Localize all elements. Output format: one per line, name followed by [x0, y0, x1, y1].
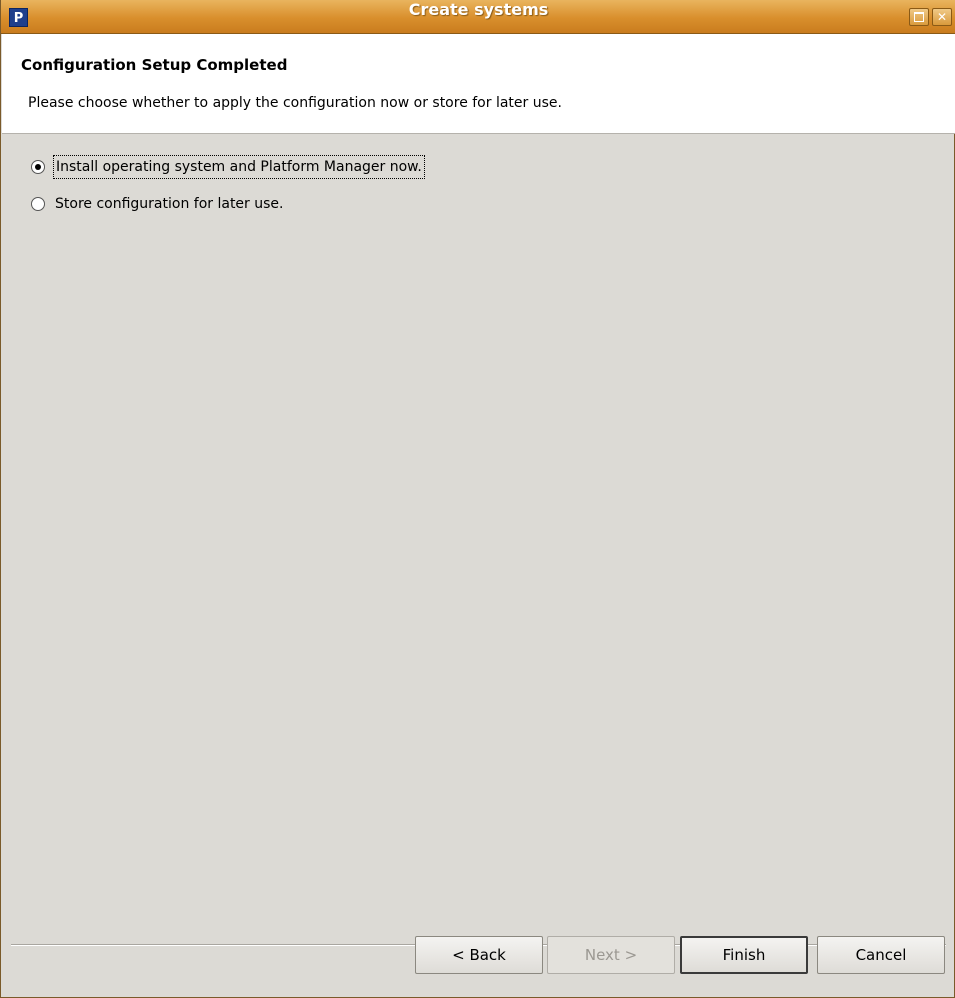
radio-install-now[interactable]	[31, 160, 45, 174]
cancel-button[interactable]: Cancel	[817, 936, 945, 974]
back-button[interactable]: < Back	[415, 936, 543, 974]
option-install-now[interactable]: Install operating system and Platform Ma…	[31, 154, 425, 180]
page-title: Configuration Setup Completed	[21, 56, 288, 74]
option-store-later[interactable]: Store configuration for later use.	[31, 191, 285, 217]
option-store-later-label[interactable]: Store configuration for later use.	[53, 193, 285, 215]
close-button[interactable]: ✕	[932, 8, 952, 26]
close-icon: ✕	[936, 10, 948, 24]
maximize-icon	[914, 11, 924, 22]
window-title: Create systems	[408, 0, 549, 19]
create-systems-dialog: P Create systems ✕ Configuration Setup C…	[0, 0, 955, 998]
maximize-button[interactable]	[909, 8, 929, 26]
title-bar[interactable]: P Create systems ✕	[1, 0, 955, 34]
next-button[interactable]: Next >	[547, 936, 675, 974]
finish-button[interactable]: Finish	[680, 936, 808, 974]
page-description: Please choose whether to apply the confi…	[28, 95, 562, 111]
option-install-now-label[interactable]: Install operating system and Platform Ma…	[53, 155, 425, 179]
wizard-header	[2, 34, 955, 134]
radio-store-later[interactable]	[31, 197, 45, 211]
